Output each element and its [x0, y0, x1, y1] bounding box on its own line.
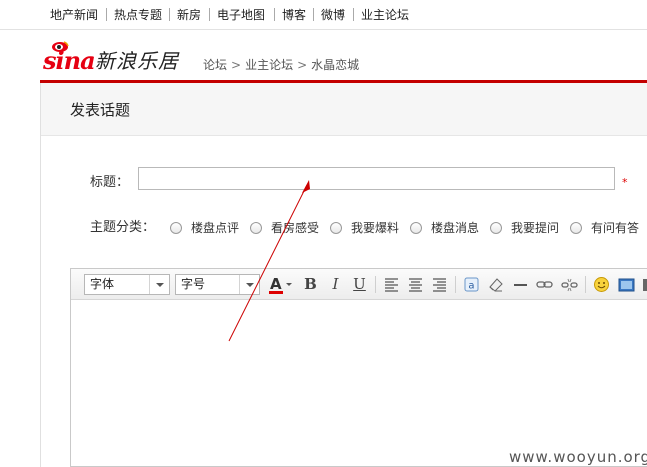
radio-circle[interactable]: [330, 222, 342, 234]
breadcrumb-separator: >: [231, 58, 242, 72]
font-size-value: 字号: [181, 277, 206, 291]
chevron-down-icon[interactable]: [149, 275, 169, 294]
radio-circle[interactable]: [170, 222, 182, 234]
horizontal-rule-icon: [514, 284, 527, 286]
italic-button[interactable]: I: [326, 275, 345, 294]
nav-divider: [169, 8, 170, 21]
logo-wordmark: sina: [43, 46, 96, 75]
media-icon: [643, 279, 647, 291]
top-nav: 地产新闻 热点专题 新房 电子地图 博客 微博 业主论坛: [0, 0, 647, 30]
align-left-button[interactable]: [382, 275, 401, 294]
radio-circle[interactable]: [410, 222, 422, 234]
align-right-button[interactable]: [430, 275, 449, 294]
chevron-down-icon[interactable]: [239, 275, 259, 294]
breadcrumb: 论坛 > 业主论坛 > 水晶恋城: [203, 58, 359, 72]
radio-circle[interactable]: [490, 222, 502, 234]
site-logo[interactable]: sina 新浪乐居: [43, 41, 188, 75]
insert-link-button[interactable]: [535, 275, 554, 294]
breadcrumb-item-board[interactable]: 水晶恋城: [311, 58, 359, 72]
radio-label: 我要爆料: [351, 221, 400, 235]
watermark: www.wooyun.org: [509, 448, 647, 466]
font-color-button[interactable]: A: [268, 275, 294, 294]
editor-toolbar: 字体 字号 A B I U a: [71, 269, 647, 300]
svg-text:a: a: [468, 281, 474, 292]
breadcrumb-item-owner-forum[interactable]: 业主论坛: [245, 58, 293, 72]
font-color-swatch: [269, 291, 283, 294]
horizontal-rule-button[interactable]: [511, 275, 530, 294]
nav-divider: [209, 8, 210, 21]
title-label: 标题：: [90, 175, 130, 190]
toolbar-divider: [375, 276, 376, 293]
logo-chinese-name: 新浪乐居: [95, 49, 179, 73]
font-family-select[interactable]: 字体: [84, 274, 170, 295]
bold-button[interactable]: B: [301, 275, 320, 294]
radio-circle[interactable]: [250, 222, 262, 234]
remove-link-button[interactable]: [560, 275, 579, 294]
header: sina 新浪乐居 论坛 > 业主论坛 > 水晶恋城: [0, 31, 647, 80]
unlink-icon: [561, 278, 578, 292]
underline-button[interactable]: U: [350, 275, 369, 294]
nav-divider: [274, 8, 275, 21]
radio-label: 有问有答: [591, 221, 640, 235]
emoticon-button[interactable]: [592, 275, 611, 294]
nav-link-hot-topics[interactable]: 热点专题: [114, 8, 162, 22]
radio-label: 我要提问: [511, 221, 560, 235]
nav-link-weibo[interactable]: 微博: [321, 8, 345, 22]
toolbar-divider: [455, 276, 456, 293]
image-icon: [618, 278, 635, 292]
font-family-value: 字体: [90, 277, 115, 291]
insert-image-button[interactable]: [617, 275, 636, 294]
nav-link-owner-forum[interactable]: 业主论坛: [361, 8, 409, 22]
nav-divider: [353, 8, 354, 21]
clear-format-button[interactable]: [486, 275, 505, 294]
radio-label: 楼盘消息: [431, 221, 480, 235]
toolbar-divider: [585, 276, 586, 293]
link-icon: [536, 281, 553, 288]
category-label: 主题分类：: [90, 220, 156, 235]
insert-at-button[interactable]: a: [462, 275, 481, 294]
nav-link-real-estate-news[interactable]: 地产新闻: [50, 8, 98, 22]
nav-link-blog[interactable]: 博客: [282, 8, 306, 22]
radio-label: 楼盘点评: [191, 221, 240, 235]
align-left-icon: [385, 278, 398, 292]
breadcrumb-item-forum[interactable]: 论坛: [203, 58, 227, 72]
more-tools-button[interactable]: [642, 275, 647, 294]
smiley-icon: [594, 277, 609, 292]
post-topic-header: 发表话题: [41, 83, 647, 136]
align-right-icon: [433, 278, 446, 292]
content-frame-border: [40, 83, 41, 467]
at-sign-icon: a: [464, 277, 479, 292]
font-size-select[interactable]: 字号: [175, 274, 260, 295]
radio-label: 看房感受: [271, 221, 320, 235]
align-center-icon: [409, 278, 422, 292]
editor-content-area[interactable]: [71, 301, 647, 467]
rich-text-editor: 字体 字号 A B I U a: [70, 268, 647, 467]
required-mark: *: [622, 176, 628, 189]
align-center-button[interactable]: [406, 275, 425, 294]
nav-link-new-homes[interactable]: 新房: [177, 8, 201, 22]
chevron-down-icon: [286, 283, 292, 286]
page-title: 发表话题: [70, 101, 131, 119]
radio-circle[interactable]: [570, 222, 582, 234]
title-input[interactable]: [138, 167, 615, 190]
nav-divider: [106, 8, 107, 21]
breadcrumb-separator: >: [297, 58, 308, 72]
nav-divider: [313, 8, 314, 21]
nav-link-map[interactable]: 电子地图: [217, 8, 265, 22]
eraser-icon: [489, 278, 503, 292]
